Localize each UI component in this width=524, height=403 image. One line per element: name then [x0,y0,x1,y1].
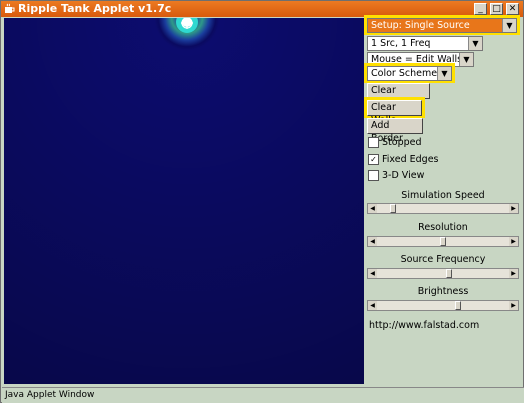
setup-select[interactable]: Setup: Single Source ▼ [367,18,517,33]
java-cup-icon [5,3,15,13]
color-scheme-label: Color Scheme 2 [371,68,447,79]
minimize-button[interactable]: _ [474,3,487,15]
falstad-link[interactable]: http://www.falstad.com [369,320,479,331]
arrow-right-icon[interactable]: ▶ [509,301,518,310]
source-select[interactable]: 1 Src, 1 Freq ▼ [367,36,483,51]
arrow-left-icon[interactable]: ◀ [368,237,377,246]
arrow-right-icon[interactable]: ▶ [509,204,518,213]
maximize-button[interactable]: □ [490,3,503,15]
setup-select-label: Setup: Single Source [371,20,470,31]
3d-view-label: 3-D View [382,170,425,181]
chevron-down-icon: ▼ [459,53,473,66]
3d-view-checkbox[interactable]: 3-D View [368,170,424,181]
chevron-down-icon: ▼ [437,67,451,80]
arrow-right-icon[interactable]: ▶ [509,237,518,246]
arrow-left-icon[interactable]: ◀ [368,204,377,213]
check-icon[interactable]: ✓ [368,154,379,165]
window-title: Ripple Tank Applet v1.7c [18,2,172,15]
stopped-label: Stopped [382,137,422,148]
checkbox-box[interactable] [368,137,379,148]
fixed-edges-label: Fixed Edges [382,154,439,165]
clear-walls-button[interactable]: Clear Walls [367,100,422,126]
close-button[interactable]: ✕ [506,3,519,15]
fixed-edges-checkbox[interactable]: ✓ Fixed Edges [368,154,439,165]
source-frequency-slider[interactable]: ◀ ▶ [367,268,519,279]
arrow-left-icon[interactable]: ◀ [368,269,377,278]
source-crosshair-icon[interactable] [180,18,194,30]
checkbox-box[interactable] [368,170,379,181]
color-scheme-select[interactable]: Color Scheme 2 ▼ [367,66,452,81]
slider-thumb[interactable] [390,204,396,213]
resolution-label: Resolution [418,222,468,233]
brightness-slider[interactable]: ◀ ▶ [367,300,519,311]
simulation-speed-label: Simulation Speed [401,190,485,201]
applet-window: Ripple Tank Applet v1.7c _ □ ✕ Setup: Si… [0,0,524,403]
simulation-speed-slider[interactable]: ◀ ▶ [367,203,519,214]
source-frequency-label: Source Frequency [400,254,486,265]
source-select-label: 1 Src, 1 Freq [371,38,431,49]
chevron-down-icon: ▼ [502,19,516,32]
arrow-right-icon[interactable]: ▶ [509,269,518,278]
brightness-label: Brightness [417,286,469,297]
slider-thumb[interactable] [446,269,452,278]
ripple-canvas[interactable] [4,18,364,384]
control-panel: Setup: Single Source ▼ 1 Src, 1 Freq ▼ M… [364,15,522,384]
slider-thumb[interactable] [455,301,461,310]
stopped-checkbox[interactable]: Stopped [368,137,422,148]
slider-thumb[interactable] [440,237,446,246]
arrow-left-icon[interactable]: ◀ [368,301,377,310]
add-border-button[interactable]: Add Border [367,118,423,144]
wave-pattern [4,18,364,384]
resolution-slider[interactable]: ◀ ▶ [367,236,519,247]
chevron-down-icon: ▼ [468,37,482,50]
status-bar: Java Applet Window [2,387,524,403]
